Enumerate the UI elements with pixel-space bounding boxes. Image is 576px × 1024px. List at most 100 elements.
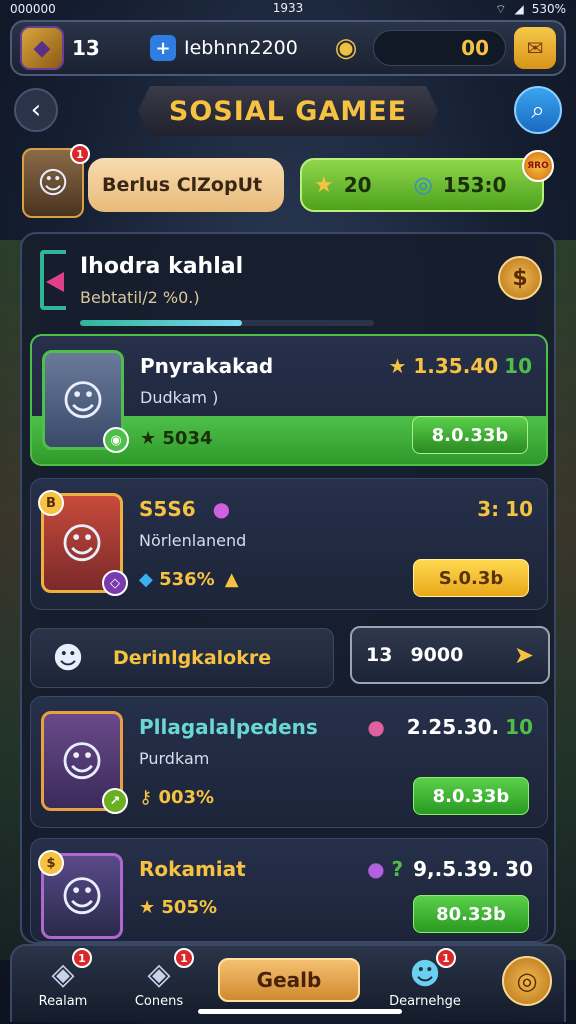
character-avatar: ☺ $ bbox=[38, 850, 123, 939]
player-name: Pnyrakakad bbox=[140, 354, 274, 378]
signal-icon: ◢ bbox=[514, 2, 524, 16]
key-icon: ⚷ bbox=[139, 787, 159, 808]
warrior-icon: ☻ bbox=[52, 640, 84, 676]
notification-badge: 1 bbox=[174, 948, 194, 968]
reward-banner[interactable]: ☻ Derinlgkalokre bbox=[30, 628, 334, 688]
player-id: Iebhnn2200 bbox=[184, 37, 298, 59]
arrow-right-icon: ➤ bbox=[513, 641, 534, 669]
nav-dearnehge[interactable]: ☻ Dearnehge 1 bbox=[380, 948, 470, 1016]
profile-avatar[interactable]: ☺ 1 bbox=[22, 144, 90, 218]
hot-badge: ЯRO bbox=[522, 150, 554, 182]
bottom-nav: ◈ Realam 1 ◈ Conens 1 Gealb ☻ Dearnehge … bbox=[10, 944, 566, 1022]
player-name: Rokamiat bbox=[139, 857, 246, 881]
player-name: S5S6 ● bbox=[139, 497, 231, 521]
reward-label: Derinlgkalokre bbox=[113, 647, 272, 669]
coin-button[interactable]: $ bbox=[498, 256, 542, 300]
panel-title: Ihodra kahlal bbox=[80, 254, 244, 279]
claim-button[interactable]: S.0.3b bbox=[413, 559, 529, 597]
dollar-icon: $ bbox=[512, 265, 528, 291]
notification-badge: 1 bbox=[70, 144, 90, 164]
play-button[interactable]: Gealb bbox=[218, 958, 360, 1002]
gem-icon[interactable]: ◆ bbox=[20, 26, 64, 70]
resource-bar: ◆ 13 + Iebhnn2200 ◉ 00 ✉ bbox=[10, 20, 566, 76]
reward-total: 9000 bbox=[410, 644, 464, 666]
player-stat: ⚷ 003% bbox=[139, 787, 215, 808]
reward-count: 13 bbox=[366, 644, 393, 666]
gold-value: 00 bbox=[461, 36, 489, 60]
status-left: 000000 bbox=[10, 2, 56, 16]
list-item[interactable]: ☺ B ◇ S5S6 ● Nörlenlanend ◆ 536% ▲ 3: 10 S… bbox=[30, 478, 548, 610]
status-time: 1933 bbox=[272, 1, 304, 15]
character-avatar: ☺ ↗ bbox=[41, 711, 128, 814]
star-icon: ★ bbox=[314, 172, 334, 198]
diamond-icon: ◆ bbox=[139, 569, 160, 590]
player-subtitle: Nörlenlanend bbox=[139, 531, 247, 550]
character-avatar: ☺ B ◇ bbox=[38, 490, 128, 596]
badge-s-icon: $ bbox=[38, 850, 64, 876]
tail-icon: ? bbox=[391, 857, 404, 881]
nav-conens[interactable]: ◈ Conens 1 bbox=[114, 948, 204, 1016]
currency-panel[interactable]: ★ 20 ◎ 153:0 bbox=[300, 158, 544, 212]
crystal-icon: ◈ bbox=[147, 956, 171, 992]
notification-badge: 1 bbox=[72, 948, 92, 968]
list-item[interactable]: ☺ ↗ Pllagalalpedens Purdkam ⚷ 003% ● 2.25… bbox=[30, 696, 548, 828]
coin-icon: ◎ bbox=[516, 967, 538, 995]
profile-name[interactable]: Berlus ClZopUt bbox=[88, 158, 284, 212]
status-bar: 000000 1933 ⌔ ◢ 530% bbox=[0, 0, 576, 18]
potion-icon: ● bbox=[367, 857, 385, 881]
home-indicator bbox=[198, 1009, 402, 1014]
battery-level: 530% bbox=[531, 2, 566, 16]
claim-button[interactable]: 8.0.33b bbox=[413, 777, 529, 815]
search-button[interactable]: ⌕ bbox=[514, 86, 562, 134]
gem-blue-icon: ◎ bbox=[413, 172, 433, 198]
gold-icon: ◉ bbox=[334, 33, 358, 63]
gold-counter: 00 bbox=[373, 30, 506, 66]
player-score: ★ 1.35.40 10 bbox=[388, 354, 532, 378]
badge-b-icon: B bbox=[38, 490, 64, 516]
star-count: 20 bbox=[343, 173, 372, 197]
search-icon: ⌕ bbox=[531, 96, 545, 124]
settings-button[interactable]: ◎ bbox=[502, 956, 552, 1006]
mail-button[interactable]: ✉ bbox=[514, 27, 556, 69]
page-title: SOSIAL GAMEE bbox=[138, 86, 438, 136]
player-score: ● ? 9,.5.39. 30 bbox=[367, 857, 533, 881]
sword-icon: ↗ bbox=[102, 788, 128, 814]
cube-icon: ◈ bbox=[51, 956, 75, 992]
claim-button[interactable]: 8.0.33b bbox=[412, 416, 528, 454]
panel-header: Ihodra kahlal Bebtatil/2 %0.) $ bbox=[34, 244, 546, 326]
character-avatar: ☺ ◉ bbox=[42, 350, 129, 453]
player-stat: ★ 505% bbox=[139, 897, 218, 918]
player-subtitle: Dudkam ) bbox=[140, 388, 219, 407]
back-button[interactable]: ‹ bbox=[14, 88, 58, 132]
envelope-icon: ✉ bbox=[526, 36, 544, 60]
add-icon[interactable]: + bbox=[150, 35, 176, 61]
shield-icon: ◇ bbox=[102, 570, 128, 596]
star-icon: ★ bbox=[139, 897, 162, 918]
potion-icon: ● bbox=[367, 715, 385, 739]
player-level: 13 bbox=[72, 36, 100, 60]
chevron-left-icon: ‹ bbox=[30, 95, 42, 125]
star-icon: ★ bbox=[140, 428, 163, 449]
player-stat: ★ 5034 bbox=[140, 428, 213, 449]
progress-bar bbox=[80, 320, 374, 326]
leaderboard-panel: Ihodra kahlal Bebtatil/2 %0.) $ ☺ ◉ Pnyr… bbox=[20, 232, 556, 944]
reward-row: ☻ Derinlgkalokre 13 9000 ➤ bbox=[30, 626, 550, 692]
list-item[interactable]: ☺ $ Rokamiat ★ 505% ● ? 9,.5.39. 30 80.33b bbox=[30, 838, 548, 942]
notification-badge: 1 bbox=[436, 948, 456, 968]
character-icon: ☺ bbox=[37, 165, 69, 201]
chest-icon: ▲ bbox=[224, 569, 239, 590]
player-score: 3: 10 bbox=[477, 497, 533, 521]
player-stat: ◆ 536% ▲ bbox=[139, 569, 239, 590]
pin-icon: ◉ bbox=[103, 427, 129, 453]
potion-icon: ● bbox=[212, 497, 231, 521]
gem-count: 153:0 bbox=[442, 173, 507, 197]
player-name: Pllagalalpedens bbox=[139, 715, 318, 739]
reward-counter[interactable]: 13 9000 ➤ bbox=[350, 626, 550, 684]
star-icon: ★ bbox=[388, 354, 414, 378]
claim-button[interactable]: 80.33b bbox=[413, 895, 529, 933]
list-item[interactable]: ☺ ◉ Pnyrakakad Dudkam ) ★ 5034 ★ 1.35.40… bbox=[30, 334, 548, 466]
profile-name-label: Berlus ClZopUt bbox=[102, 174, 263, 196]
nav-realm[interactable]: ◈ Realam 1 bbox=[18, 948, 108, 1016]
flag-icon bbox=[40, 250, 66, 310]
progress-fill bbox=[80, 320, 242, 326]
